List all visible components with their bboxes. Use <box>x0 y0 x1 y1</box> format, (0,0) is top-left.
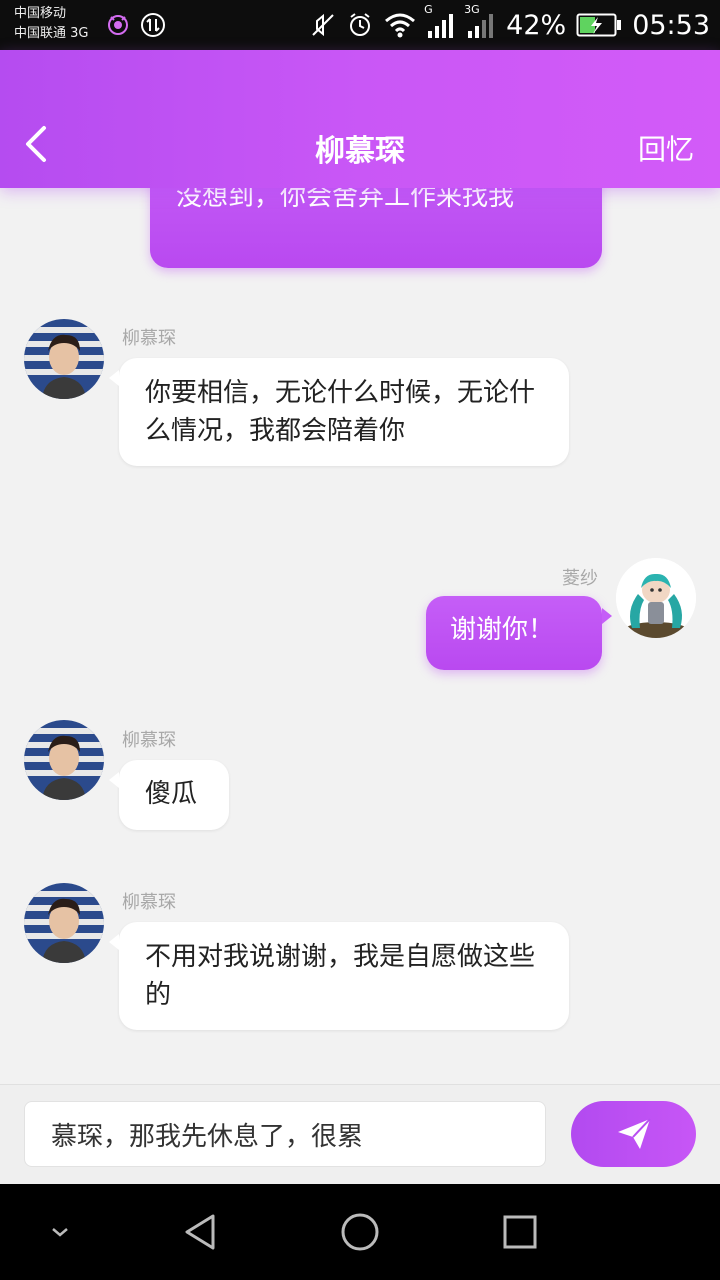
message-bubble-incoming: 傻瓜 <box>109 760 229 830</box>
nav-home-button[interactable] <box>330 1184 390 1280</box>
message-input[interactable] <box>24 1101 546 1167</box>
sender-name: 柳慕琛 <box>122 730 176 751</box>
message-text: 你要相信，无论什么时候，无论什么情况，我都会陪着你 <box>145 378 536 446</box>
network-type-1: G <box>424 3 433 16</box>
message-bubble-outgoing: 谢谢你！ <box>426 596 612 670</box>
chat-title: 柳慕琛 <box>315 134 405 169</box>
status-bar: 中国移动 中国联通 3G G 3G 42% 05:53 <box>0 0 720 50</box>
battery-percent: 42% <box>506 9 567 41</box>
message-text: 谢谢你！ <box>450 615 555 645</box>
data-sync-icon <box>140 12 166 38</box>
chevron-down-icon <box>52 1228 68 1237</box>
message-text: 没想到，你会舍弃工作来找我 <box>176 188 515 212</box>
memories-button[interactable]: 回忆 <box>638 128 694 168</box>
sender-name: 柳慕琛 <box>122 328 176 349</box>
system-nav-bar <box>0 1184 720 1280</box>
avatar-liu-muchen[interactable] <box>24 883 104 963</box>
message-text: 不用对我说谢谢，我是自愿做这些的 <box>145 942 536 1010</box>
circle-home-icon <box>341 1213 379 1251</box>
triangle-back-icon <box>185 1214 215 1250</box>
nav-back-button[interactable] <box>170 1184 230 1280</box>
square-recents-icon <box>503 1215 537 1249</box>
avatar-liu-muchen[interactable] <box>24 319 104 399</box>
status-icons: G 3G 42% 05:53 <box>310 0 710 50</box>
nav-recents-button[interactable] <box>490 1184 550 1280</box>
sender-name: 菱纱 <box>562 568 598 589</box>
composer-bar <box>0 1084 720 1184</box>
carrier-labels: 中国移动 中国联通 3G <box>14 4 88 44</box>
avatar-lingsha[interactable] <box>616 558 696 638</box>
chat-header: 柳慕琛 回忆 <box>0 50 720 188</box>
alarm-icon <box>346 11 374 39</box>
signal-2-icon: 3G <box>464 3 496 39</box>
message-bubble-incoming: 你要相信，无论什么时候，无论什么情况，我都会陪着你 <box>109 358 569 466</box>
carrier-2: 中国联通 3G <box>14 26 89 41</box>
signal-1-icon: G <box>424 3 456 39</box>
send-button[interactable] <box>571 1101 696 1167</box>
app-notification-icon <box>106 12 130 36</box>
hide-keyboard-button[interactable] <box>40 1184 80 1280</box>
paper-plane-icon <box>617 1118 651 1149</box>
mute-icon <box>310 11 336 39</box>
network-type-2: 3G <box>464 3 480 16</box>
wifi-icon <box>384 12 416 38</box>
message-bubble-outgoing: 没想到，你会舍弃工作来找我 <box>150 188 602 268</box>
battery-charging-icon <box>576 12 622 38</box>
carrier-1: 中国移动 <box>14 6 67 21</box>
clock: 05:53 <box>632 9 710 41</box>
message-list[interactable]: 没想到，你会舍弃工作来找我 柳慕琛 你要相信，无论什么时候，无论什么情况，我都会… <box>0 188 720 1084</box>
sender-name: 柳慕琛 <box>122 892 176 913</box>
message-text: 傻瓜 <box>145 779 198 809</box>
message-bubble-incoming: 不用对我说谢谢，我是自愿做这些的 <box>109 922 569 1030</box>
avatar-liu-muchen[interactable] <box>24 720 104 800</box>
